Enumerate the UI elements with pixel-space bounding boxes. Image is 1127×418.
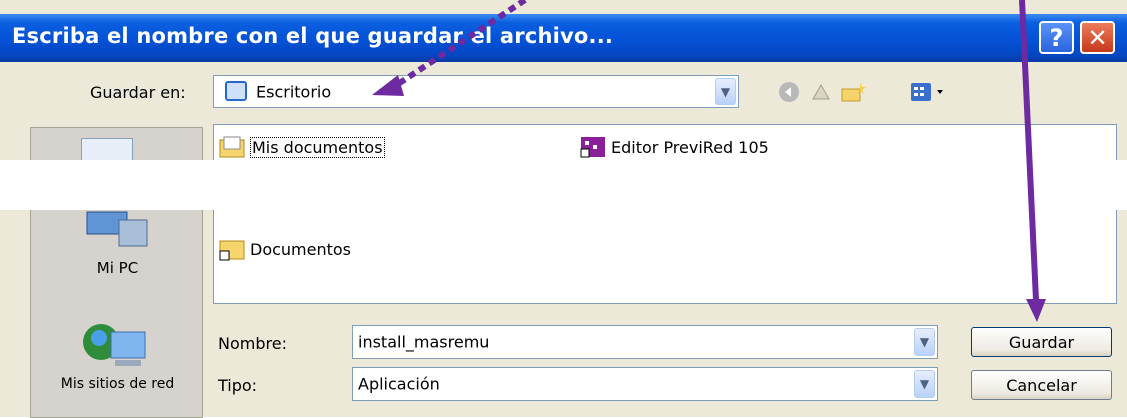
- file-item[interactable]: Documentos: [218, 237, 351, 261]
- back-icon[interactable]: [776, 80, 802, 104]
- file-name: Mis documentos: [250, 136, 385, 158]
- type-select[interactable]: Aplicación ▼: [352, 367, 938, 401]
- new-folder-icon[interactable]: [840, 80, 866, 104]
- type-label: Tipo:: [218, 376, 258, 395]
- place-mis-sitios-de-red[interactable]: Mis sitios de red: [31, 376, 204, 392]
- name-value: install_masremu: [358, 332, 490, 352]
- computer-icon[interactable]: [79, 210, 149, 250]
- save-in-value: Escritorio: [256, 82, 332, 101]
- close-button[interactable]: ✕: [1080, 21, 1115, 54]
- up-folder-icon[interactable]: [808, 80, 834, 104]
- file-name: Documentos: [250, 239, 352, 259]
- chevron-down-icon[interactable]: ▼: [715, 78, 736, 105]
- file-item[interactable]: Mis documentos: [218, 135, 385, 159]
- file-list[interactable]: Mis documentos Editor PreviRed 105 Docum…: [213, 124, 1117, 304]
- app-shortcut-icon: [579, 135, 609, 159]
- name-label: Nombre:: [218, 334, 287, 353]
- network-icon[interactable]: [81, 318, 153, 372]
- desktop-icon: [225, 81, 247, 101]
- save-button[interactable]: Guardar: [971, 327, 1112, 357]
- file-item[interactable]: Editor PreviRed 105: [579, 135, 769, 159]
- window-title: Escriba el nombre con el que guardar el …: [12, 24, 614, 48]
- save-dialog: Escriba el nombre con el que guardar el …: [0, 0, 1127, 418]
- type-value: Aplicación: [358, 374, 440, 394]
- occluding-band: [0, 160, 1127, 210]
- view-menu-icon[interactable]: [908, 80, 950, 104]
- chevron-down-icon[interactable]: ▼: [914, 370, 935, 398]
- name-field[interactable]: install_masremu ▼: [352, 325, 938, 359]
- cancel-button[interactable]: Cancelar: [971, 370, 1112, 400]
- chevron-down-icon[interactable]: ▼: [914, 328, 935, 356]
- help-button[interactable]: ?: [1039, 21, 1074, 54]
- save-in-combo[interactable]: Escritorio ▼: [213, 75, 739, 108]
- file-name: Editor PreviRed 105: [611, 137, 769, 157]
- title-bar: Escriba el nombre con el que guardar el …: [0, 14, 1127, 62]
- folder-icon: [218, 135, 248, 159]
- folder-shortcut-icon: [218, 237, 248, 261]
- place-mi-pc[interactable]: Mi PC: [31, 259, 204, 277]
- save-in-label: Guardar en:: [90, 83, 186, 102]
